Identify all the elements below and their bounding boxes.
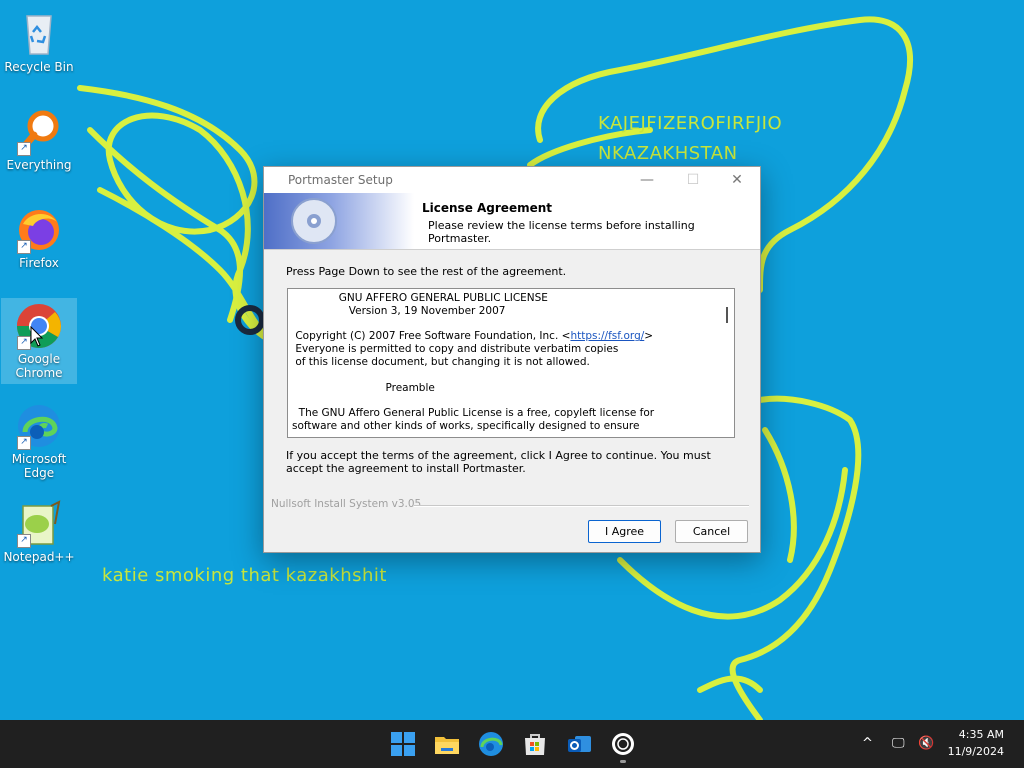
taskbar: ^ 🖵 🔇 4:35 AM 11/9/2024 xyxy=(0,720,1024,768)
network-icon[interactable]: 🖵 xyxy=(892,736,905,751)
desktop-icon-label: Recycle Bin xyxy=(4,60,74,74)
license-line: Everyone is permitted to copy and distri… xyxy=(292,343,619,356)
license-line: The GNU Affero General Public License is… xyxy=(292,407,655,420)
desktop-icon-label: Firefox xyxy=(19,256,59,270)
recycle-bin-icon xyxy=(15,10,63,58)
desktop-icon-label: Google Chrome xyxy=(15,352,63,380)
dialog-titlebar[interactable]: Portmaster Setup — ☐ ✕ xyxy=(264,167,760,193)
outlook-icon[interactable] xyxy=(565,730,593,758)
desktop-icon-recycle-bin[interactable]: Recycle Bin xyxy=(1,6,77,74)
license-line: GNU AFFERO GENERAL PUBLIC LICENSE xyxy=(292,292,548,304)
clock-date[interactable]: 11/9/2024 xyxy=(948,745,1004,758)
wallpaper-text-2: NKAZAKHSTAN xyxy=(598,143,738,164)
file-explorer-icon[interactable] xyxy=(433,730,461,758)
scrollbar-thumb[interactable] xyxy=(726,307,728,323)
license-text-box[interactable]: GNU AFFERO GENERAL PUBLIC LICENSE Versio… xyxy=(287,288,735,438)
dialog-header: License Agreement Please review the lice… xyxy=(264,193,760,250)
setup-dialog: Portmaster Setup — ☐ ✕ License Agreement… xyxy=(263,166,761,553)
shortcut-arrow-icon: ↗ xyxy=(17,336,31,350)
license-line: > xyxy=(644,330,654,343)
desktop-icon-label: Notepad++ xyxy=(3,550,75,564)
everything-search-icon: ↗ xyxy=(15,108,63,156)
dialog-title: Portmaster Setup xyxy=(288,173,393,187)
mouse-cursor xyxy=(30,326,44,347)
desktop-icon-everything[interactable]: ↗ Everything xyxy=(1,104,77,172)
license-line: Version 3, 19 November 2007 xyxy=(292,304,506,317)
show-hidden-icons-button[interactable]: ^ xyxy=(862,736,873,751)
header-title: License Agreement xyxy=(422,201,553,215)
nsis-branding: Nullsoft Install System v3.05 xyxy=(271,498,422,510)
installer-cd-icon xyxy=(291,198,337,244)
close-button[interactable]: ✕ xyxy=(714,167,760,193)
header-subtitle: Please review the license terms before i… xyxy=(428,219,695,245)
accept-instructions: If you accept the terms of the agreement… xyxy=(286,449,711,475)
portmaster-icon[interactable] xyxy=(609,730,637,763)
license-line: of this license document, but changing i… xyxy=(292,355,590,368)
installer-banner xyxy=(264,193,414,249)
license-line: software and other kinds of works, speci… xyxy=(292,419,640,432)
windows-start-icon[interactable] xyxy=(389,730,417,758)
desktop-icon-label: Microsoft Edge xyxy=(11,452,67,480)
cancel-button[interactable]: Cancel xyxy=(675,520,748,543)
firefox-icon: ↗ xyxy=(15,206,63,254)
license-scrollbar[interactable] xyxy=(720,289,734,437)
wallpaper-text-3: katie smoking that kazakhshit xyxy=(102,565,387,586)
shortcut-arrow-icon: ↗ xyxy=(17,436,31,450)
shortcut-arrow-icon: ↗ xyxy=(17,240,31,254)
microsoft-store-icon[interactable] xyxy=(521,730,549,758)
desktop-icon-firefox[interactable]: ↗ Firefox xyxy=(1,202,77,270)
wallpaper-text-1: KAJEJFIZEROFIRFJIO xyxy=(598,113,783,134)
desktop-icon-label: Everything xyxy=(6,158,72,172)
i-agree-button[interactable]: I Agree xyxy=(588,520,661,543)
volume-muted-icon[interactable]: 🔇 xyxy=(918,736,934,751)
edge-icon: ↗ xyxy=(15,402,63,450)
desktop-icon-notepad-plus-plus[interactable]: ↗ Notepad++ xyxy=(1,496,77,564)
clock-time[interactable]: 4:35 AM xyxy=(959,728,1004,741)
minimize-button[interactable]: — xyxy=(624,167,670,193)
notepad-plus-plus-icon: ↗ xyxy=(15,500,63,548)
branding-divider xyxy=(414,505,749,507)
maximize-button[interactable]: ☐ xyxy=(670,167,716,193)
license-line: Preamble xyxy=(292,381,435,394)
running-indicator xyxy=(620,760,626,763)
shortcut-arrow-icon: ↗ xyxy=(17,142,31,156)
instructions-text: Press Page Down to see the rest of the a… xyxy=(286,265,567,278)
edge-icon[interactable] xyxy=(477,730,505,758)
license-line: Copyright (C) 2007 Free Software Foundat… xyxy=(292,330,571,343)
desktop-icon-microsoft-edge[interactable]: ↗ Microsoft Edge xyxy=(1,398,77,480)
fsf-link[interactable]: https://fsf.org/ xyxy=(570,330,644,342)
shortcut-arrow-icon: ↗ xyxy=(17,534,31,548)
